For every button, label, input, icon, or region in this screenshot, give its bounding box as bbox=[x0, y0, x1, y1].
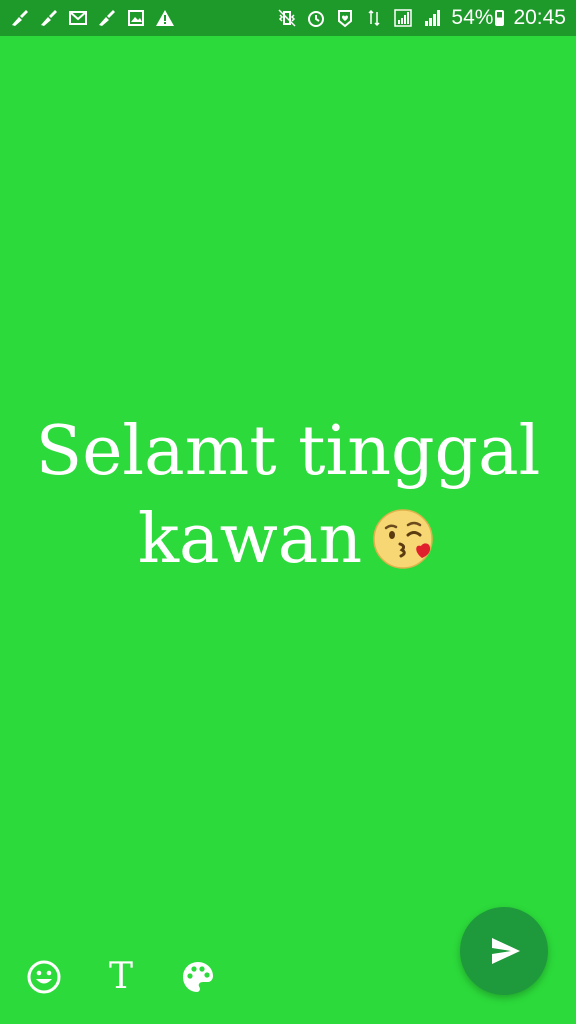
shield-icon bbox=[335, 8, 355, 28]
alarm-icon bbox=[306, 8, 326, 28]
status-text-line-2: kawan bbox=[0, 496, 576, 584]
vibrate-icon bbox=[277, 8, 297, 28]
broom-icon bbox=[39, 8, 59, 28]
color-palette-button[interactable] bbox=[176, 955, 220, 999]
battery-indicator: 54% bbox=[451, 6, 505, 30]
mail-icon bbox=[68, 8, 88, 28]
text-style-label: T bbox=[108, 956, 133, 997]
emoji-button[interactable] bbox=[22, 955, 66, 999]
warning-icon bbox=[155, 8, 175, 28]
notification-icons bbox=[10, 8, 175, 28]
signal-icon bbox=[393, 8, 413, 28]
send-button[interactable] bbox=[460, 907, 548, 995]
palette-icon bbox=[180, 959, 216, 995]
signal-icon bbox=[422, 8, 442, 28]
broom-icon bbox=[10, 8, 30, 28]
system-icons: 54% 20:45 bbox=[277, 6, 566, 30]
clock: 20:45 bbox=[513, 6, 566, 29]
face-blowing-a-kiss-icon bbox=[372, 506, 438, 572]
status-text-input[interactable]: Selamt tinggal kawan bbox=[0, 408, 576, 584]
image-icon bbox=[126, 8, 146, 28]
status-text-line-2-text: kawan bbox=[137, 500, 363, 579]
status-text-line-1: Selamt tinggal bbox=[35, 412, 541, 491]
broom-icon bbox=[97, 8, 117, 28]
send-icon bbox=[485, 934, 523, 968]
smiley-icon bbox=[26, 959, 62, 995]
battery-icon bbox=[495, 10, 505, 26]
data-arrows-icon bbox=[364, 8, 384, 28]
text-style-button[interactable]: T bbox=[99, 955, 143, 999]
battery-percent: 54% bbox=[451, 6, 494, 29]
status-bar: 54% 20:45 bbox=[0, 0, 576, 36]
